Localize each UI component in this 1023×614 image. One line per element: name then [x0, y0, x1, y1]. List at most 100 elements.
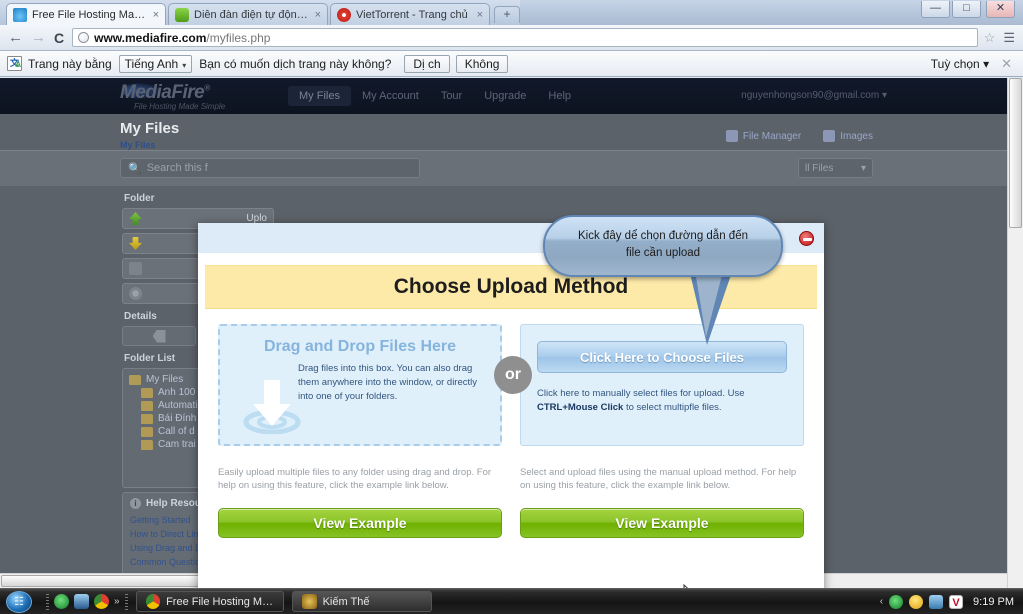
- mediafire-main-nav: My Files My Account Tour Upgrade Help: [288, 86, 582, 106]
- translate-infobar: 文 Trang này bằng Tiếng Anh▾ Bạn có muốn …: [0, 51, 1023, 77]
- browser-tab-2[interactable]: VietTorrent - Trang chủ ×: [330, 3, 490, 25]
- browser-tab-0[interactable]: Free File Hosting Made Si... ×: [6, 3, 166, 25]
- tray-expand-icon[interactable]: ‹: [880, 596, 883, 607]
- brand-tagline: File Hosting Made Simple: [134, 102, 226, 111]
- flame-icon: [13, 7, 27, 22]
- translate-close-icon[interactable]: ✕: [1001, 56, 1012, 72]
- browser-tab-1[interactable]: Diễn đàn điện tự động Đ... ×: [168, 3, 328, 25]
- network-icon[interactable]: [929, 594, 944, 609]
- translate-prefix-label: Trang này bằng: [28, 56, 112, 71]
- info-icon: i: [130, 498, 141, 509]
- close-icon[interactable]: [799, 231, 814, 246]
- nope-button[interactable]: Không: [455, 54, 509, 73]
- click-zone: Click Here to Choose Files Click here to…: [520, 324, 804, 446]
- window-close-button[interactable]: ✕: [986, 1, 1015, 18]
- utorrent-icon[interactable]: [54, 594, 69, 609]
- drop-zone[interactable]: Drag and Drop Files Here Drag files into…: [218, 324, 502, 446]
- translate-button[interactable]: Dị ch: [404, 54, 450, 73]
- torrent-icon: [337, 7, 351, 22]
- folder-icon: [129, 374, 141, 385]
- speech-bubble-line-2: file cần upload: [625, 247, 701, 259]
- quick-launch-handle[interactable]: [46, 593, 49, 610]
- smiley-icon[interactable]: [909, 594, 924, 609]
- folder-icon: [141, 439, 153, 450]
- view-example-button-drag[interactable]: View Example: [218, 508, 502, 538]
- reload-icon[interactable]: C: [54, 30, 64, 46]
- close-icon[interactable]: ×: [477, 9, 483, 21]
- speech-icon: [175, 7, 189, 22]
- sidebar-folder-title: Folder: [124, 193, 155, 204]
- new-tab-button[interactable]: +: [494, 6, 520, 23]
- chevron-down-icon: ▾: [182, 60, 187, 70]
- registered-mark: ®: [204, 83, 210, 93]
- click-zone-body-suffix: to select multipfle files.: [623, 402, 722, 413]
- vertical-scrollbar[interactable]: [1007, 78, 1023, 588]
- tab-file-manager[interactable]: File Manager: [725, 130, 801, 142]
- taskbar-clock[interactable]: 9:19 PM: [973, 596, 1014, 608]
- back-icon[interactable]: ←: [8, 29, 23, 46]
- language-select[interactable]: Tiếng Anh ▾: [118, 54, 193, 73]
- folder-icon: [141, 413, 153, 424]
- speech-bubble-text: Kick đây dể chọn đường dẫn đến file cần …: [557, 228, 769, 262]
- game-icon: [301, 594, 317, 609]
- taskbar-item-chrome[interactable]: Free File Hosting Ma...: [135, 591, 284, 612]
- browser-toolbar: ← → C www.mediafire.com /myfiles.php ☆ ☰: [0, 25, 1023, 51]
- mediafire-logo[interactable]: MediaFire® File Hosting Made Simple: [120, 82, 225, 111]
- account-menu[interactable]: nguyenhongson90@gmail.com ▾: [741, 90, 887, 101]
- nav-item-help[interactable]: Help: [537, 86, 582, 106]
- tag-icon-button[interactable]: [122, 326, 196, 346]
- gear-icon: [129, 287, 142, 300]
- chevron-down-icon: ▾: [983, 56, 990, 71]
- annotation-speech-bubble: Kick đây dể chọn đường dẫn đến file cần …: [543, 215, 783, 345]
- view-example-button-click[interactable]: View Example: [520, 508, 804, 538]
- search-input[interactable]: 🔍 Search this f: [120, 158, 420, 178]
- click-zone-body-prefix: Click here to manually select files for …: [537, 388, 745, 399]
- vertical-scrollbar-thumb[interactable]: [1009, 78, 1022, 228]
- forward-icon[interactable]: →: [31, 29, 46, 46]
- drop-zone-heading: Drag and Drop Files Here: [263, 338, 457, 355]
- taskbar-item-label: Free File Hosting Ma...: [166, 595, 274, 608]
- breadcrumb[interactable]: My Files: [120, 140, 156, 150]
- wrench-menu-icon[interactable]: ☰: [1003, 30, 1015, 46]
- nav-item-tour[interactable]: Tour: [430, 86, 473, 106]
- browser-tab-label: Diễn đàn điện tự động Đ...: [194, 8, 310, 21]
- taskbar-handle[interactable]: [124, 593, 128, 610]
- search-icon: 🔍: [128, 162, 142, 175]
- utorrent-tray-icon[interactable]: [889, 594, 904, 609]
- account-email: nguyenhongson90@gmail.com: [741, 90, 880, 101]
- folder-list-item-label: Automati: [158, 400, 198, 411]
- close-icon[interactable]: ×: [153, 9, 159, 21]
- bookmark-star-icon[interactable]: ☆: [984, 30, 996, 46]
- translate-options-button[interactable]: Tuỳ chọn ▾: [931, 57, 989, 71]
- download-arrow-icon: [243, 380, 301, 434]
- brand-name: MediaFire®: [120, 82, 210, 103]
- quick-launch-overflow[interactable]: »: [114, 596, 120, 607]
- v-icon[interactable]: V: [949, 594, 964, 609]
- folder-list-item-label: Call of d: [158, 426, 195, 437]
- folder-list-item-label: My Files: [146, 374, 184, 385]
- click-choose-column: Click Here to Choose Files Click here to…: [520, 324, 804, 446]
- window-maximize-button[interactable]: □: [952, 1, 981, 18]
- vlc-icon[interactable]: [74, 594, 89, 609]
- windows-taskbar: ☷ » Free File Hosting Ma... Kiếm Thế ‹ V…: [0, 588, 1023, 614]
- folder-list-item-label: Anh 100: [158, 387, 196, 398]
- close-icon[interactable]: ×: [315, 9, 321, 21]
- windows-start-icon[interactable]: ☷: [6, 590, 32, 613]
- quick-launch-bar: »: [46, 593, 128, 610]
- click-zone-body: Click here to manually select files for …: [537, 387, 787, 415]
- address-bar[interactable]: www.mediafire.com /myfiles.php: [72, 28, 978, 47]
- translate-options-label: Tuỳ chọn: [930, 56, 980, 71]
- nav-item-my-files[interactable]: My Files: [288, 86, 351, 106]
- window-minimize-button[interactable]: —: [921, 1, 950, 18]
- tab-images[interactable]: Images: [823, 130, 873, 142]
- nav-item-upgrade[interactable]: Upgrade: [473, 86, 537, 106]
- modal-descriptions: Easily upload multiple files to any fold…: [198, 446, 824, 492]
- taskbar-item-game[interactable]: Kiếm Thế: [291, 591, 432, 612]
- upload-icon: [129, 212, 142, 225]
- file-filter-select[interactable]: ll Files ▾: [798, 158, 873, 178]
- download-icon: [129, 237, 142, 250]
- nav-item-my-account[interactable]: My Account: [351, 86, 430, 106]
- chrome-icon[interactable]: [94, 594, 109, 609]
- drop-zone-body: Drag files into this box. You can also d…: [298, 363, 478, 402]
- mediafire-header: MediaFire® File Hosting Made Simple My F…: [0, 78, 1007, 114]
